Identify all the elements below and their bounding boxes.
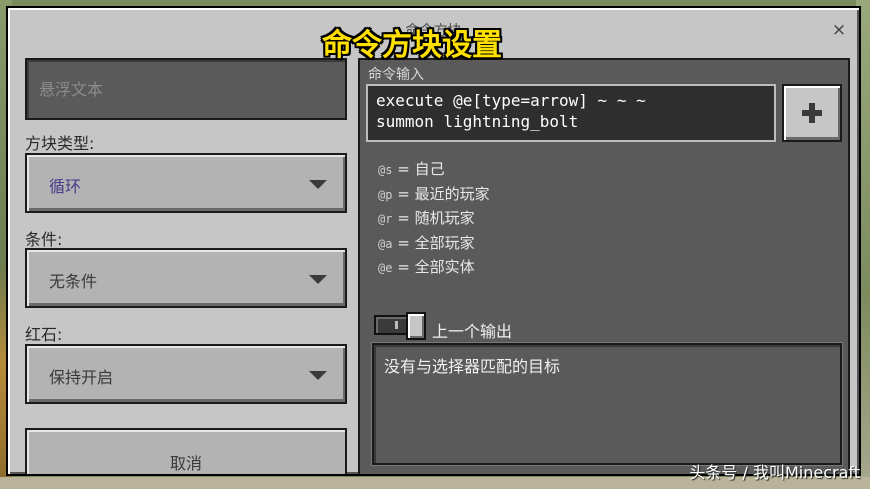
toggle-knob[interactable] <box>406 312 426 340</box>
redstone-value: 保持开启 <box>49 368 114 387</box>
selector-item: @r = 随机玩家 <box>378 209 475 227</box>
condition-value: 无条件 <box>49 272 98 291</box>
command-panel: 命令输入 execute @e[type=arrow] ~ ~ ~ summon… <box>358 58 850 474</box>
previous-output-toggle[interactable] <box>374 312 426 340</box>
chevron-down-icon <box>309 180 327 189</box>
selector-item: @a = 全部玩家 <box>378 233 475 252</box>
chevron-down-icon <box>309 371 327 380</box>
caption-overlay: 命令方块设置 <box>322 28 502 63</box>
command-input[interactable]: execute @e[type=arrow] ~ ~ ~ summon ligh… <box>366 84 776 142</box>
selector-item: @p = 最近的玩家 <box>378 184 490 203</box>
close-icon[interactable]: × <box>829 20 849 40</box>
selector-item: @e = 全部实体 <box>378 258 475 276</box>
previous-output-label: 上一个输出 <box>432 322 513 341</box>
plus-icon <box>802 103 822 123</box>
block-type-dropdown[interactable]: 循环 <box>25 153 347 213</box>
selector-item: @s = 自己 <box>378 160 445 178</box>
chevron-down-icon <box>309 275 327 284</box>
hover-text-input[interactable]: 悬浮文本 <box>25 58 347 120</box>
condition-dropdown[interactable]: 无条件 <box>25 248 347 308</box>
command-block-window: 命令方块 × 悬浮文本 方块类型: 循环 条件: 无条件 红石: 保持开启 取消… <box>6 6 861 476</box>
block-type-label: 方块类型: <box>25 134 95 153</box>
condition-label: 条件: <box>25 230 63 249</box>
redstone-label: 红石: <box>25 325 63 344</box>
redstone-dropdown[interactable]: 保持开启 <box>25 344 347 404</box>
cancel-button[interactable]: 取消 <box>25 428 347 474</box>
add-button[interactable] <box>782 84 842 142</box>
watermark: 头条号 / 我叫Minecraft <box>689 463 860 482</box>
block-type-value: 循环 <box>49 177 82 196</box>
command-input-label: 命令输入 <box>368 67 424 83</box>
previous-output-box: 没有与选择器匹配的目标 <box>372 343 842 465</box>
selector-help-list: @s = 自己 @p = 最近的玩家 @r = 随机玩家 @a = 全部玩家 @… <box>378 158 490 281</box>
